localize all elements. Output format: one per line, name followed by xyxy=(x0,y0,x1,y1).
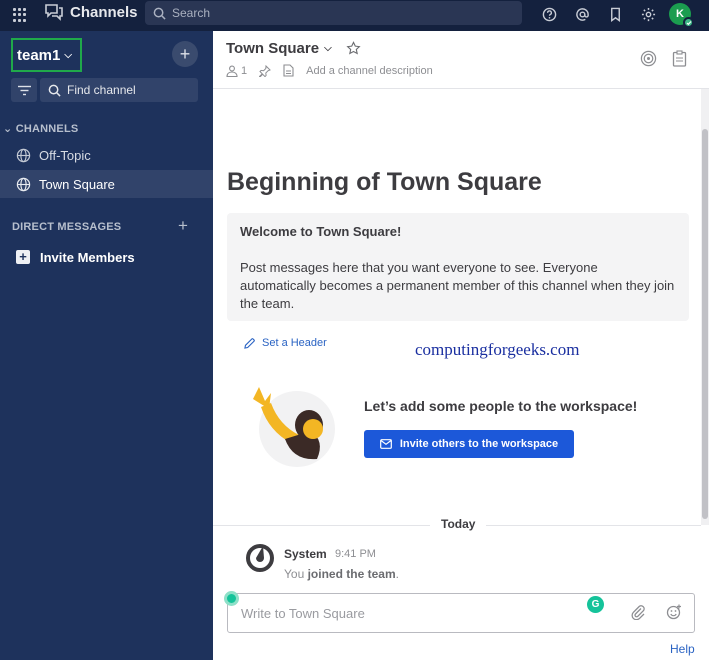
user-avatar[interactable]: K xyxy=(669,3,694,28)
watermark-text: computingforgeeks.com xyxy=(415,340,580,359)
dm-header-label: DIRECT MESSAGES xyxy=(12,221,122,233)
pin-icon xyxy=(259,64,272,77)
gear-icon xyxy=(641,7,656,21)
post-text-bold: joined the team xyxy=(307,567,396,581)
bookmark-icon xyxy=(611,7,620,22)
plus-icon: + xyxy=(178,216,188,235)
pencil-icon xyxy=(244,337,255,349)
plus-icon: + xyxy=(179,43,191,64)
envelope-icon xyxy=(379,439,392,449)
member-count-button[interactable]: 1 xyxy=(226,65,247,77)
message-input[interactable]: Write to Town Square xyxy=(227,593,695,633)
help-button[interactable] xyxy=(533,4,566,24)
team-name: team1 xyxy=(17,46,61,64)
member-count: 1 xyxy=(241,64,248,77)
find-channel-placeholder: Find channel xyxy=(67,83,136,97)
attach-file-button[interactable] xyxy=(630,604,646,625)
plus-box-icon: + xyxy=(16,250,30,264)
file-icon xyxy=(283,64,294,77)
set-header-button[interactable]: Set a Header xyxy=(244,337,327,349)
system-avatar-icon xyxy=(246,544,274,572)
invite-members-label: Invite Members xyxy=(40,249,135,265)
date-separator: Today xyxy=(430,517,487,531)
invite-others-label: Invite others to the workspace xyxy=(399,438,559,450)
emoji-picker-button[interactable] xyxy=(666,604,682,625)
sidebar-item-label: Town Square xyxy=(39,176,115,192)
post-text-suffix: . xyxy=(395,567,399,581)
member-icon xyxy=(226,65,238,77)
channel-title: Town Square xyxy=(226,40,320,57)
avatar-initial: K xyxy=(676,8,684,20)
post-author[interactable]: System xyxy=(284,547,327,561)
emoji-icon xyxy=(666,604,681,620)
channel-files-button[interactable] xyxy=(283,64,294,77)
search-placeholder: Search xyxy=(172,6,211,20)
mentions-button[interactable] xyxy=(566,4,599,24)
settings-button[interactable] xyxy=(632,4,665,24)
channel-title-button[interactable]: Town Square ⌵ xyxy=(226,40,332,57)
filter-icon xyxy=(17,85,31,95)
channel-filter-button[interactable] xyxy=(11,78,37,102)
waving-person-illustration xyxy=(253,387,335,467)
chevron-down-icon: ⌵ xyxy=(64,49,72,61)
chevron-down-icon: ⌵ xyxy=(324,43,332,54)
favorite-button[interactable] xyxy=(346,41,361,61)
grammarly-glyph: G xyxy=(591,599,600,610)
channel-checklist-button[interactable] xyxy=(672,50,687,67)
welcome-title: Welcome to Town Square! xyxy=(240,224,402,239)
channels-icon xyxy=(45,4,63,21)
post-list-scrollbar[interactable] xyxy=(701,89,709,525)
product-switcher[interactable]: Channels xyxy=(44,3,138,21)
channel-info-button[interactable] xyxy=(640,50,657,67)
sidebar-item-label: Off-Topic xyxy=(39,147,91,163)
product-menu-icon[interactable] xyxy=(13,8,27,22)
post-text-prefix: You xyxy=(284,567,308,581)
search-icon xyxy=(153,7,166,20)
find-channel-input[interactable]: Find channel xyxy=(40,78,198,102)
add-direct-message-button[interactable]: + xyxy=(178,216,188,236)
welcome-message-box: Welcome to Town Square! Post messages he… xyxy=(227,213,689,321)
target-icon xyxy=(640,50,657,67)
status-dot-icon xyxy=(224,591,239,606)
product-name: Channels xyxy=(70,3,138,21)
set-header-label: Set a Header xyxy=(262,337,327,349)
channels-section-header[interactable]: ⌄ CHANNELS xyxy=(3,122,78,135)
help-icon xyxy=(542,7,557,21)
global-search-input[interactable]: Search xyxy=(145,1,522,25)
post-timestamp[interactable]: 9:41 PM xyxy=(335,548,376,560)
saved-messages-button[interactable] xyxy=(599,4,632,24)
channel-intro-title: Beginning of Town Square xyxy=(227,168,542,196)
add-channel-button[interactable]: + xyxy=(172,41,198,67)
channel-header: Town Square ⌵ 1 Add a channel descriptio… xyxy=(213,31,709,89)
sidebar-item-town-square[interactable]: Town Square xyxy=(0,170,213,198)
sidebar-item-off-topic[interactable]: Off-Topic xyxy=(0,141,213,169)
globe-icon xyxy=(16,148,31,162)
welcome-body: Post messages here that you want everyon… xyxy=(240,260,675,311)
invite-others-button[interactable]: Invite others to the workspace xyxy=(364,430,574,458)
channel-sidebar: team1 ⌵ + Find channel ⌄ CHANNELS Off-To… xyxy=(0,31,213,660)
add-people-prompt: Let’s add some people to the workspace! xyxy=(364,398,638,414)
dm-section-header[interactable]: DIRECT MESSAGES xyxy=(12,221,121,233)
chevron-down-icon: ⌄ xyxy=(3,123,13,135)
search-icon xyxy=(48,84,61,97)
add-channel-description-link[interactable]: Add a channel description xyxy=(306,65,433,77)
post-list: Beginning of Town Square Welcome to Town… xyxy=(213,89,709,660)
star-icon xyxy=(346,41,361,55)
paperclip-icon xyxy=(631,605,645,621)
message-input-placeholder: Write to Town Square xyxy=(241,605,365,621)
global-header: Channels Search K xyxy=(0,0,709,31)
channels-header-label: CHANNELS xyxy=(15,123,79,135)
post-message: You joined the team. xyxy=(284,567,399,581)
channel-description-placeholder: Add a channel description xyxy=(306,64,433,77)
at-mention-icon xyxy=(576,7,589,21)
invite-members-button[interactable]: + Invite Members xyxy=(0,243,213,271)
grammarly-icon[interactable]: G xyxy=(587,596,604,613)
team-menu-button[interactable]: team1 ⌵ xyxy=(11,38,82,72)
pinned-messages-button[interactable] xyxy=(259,64,272,77)
online-status-icon xyxy=(683,17,694,28)
help-link[interactable]: Help xyxy=(670,642,695,656)
globe-icon xyxy=(16,177,31,191)
clipboard-icon xyxy=(672,50,687,67)
